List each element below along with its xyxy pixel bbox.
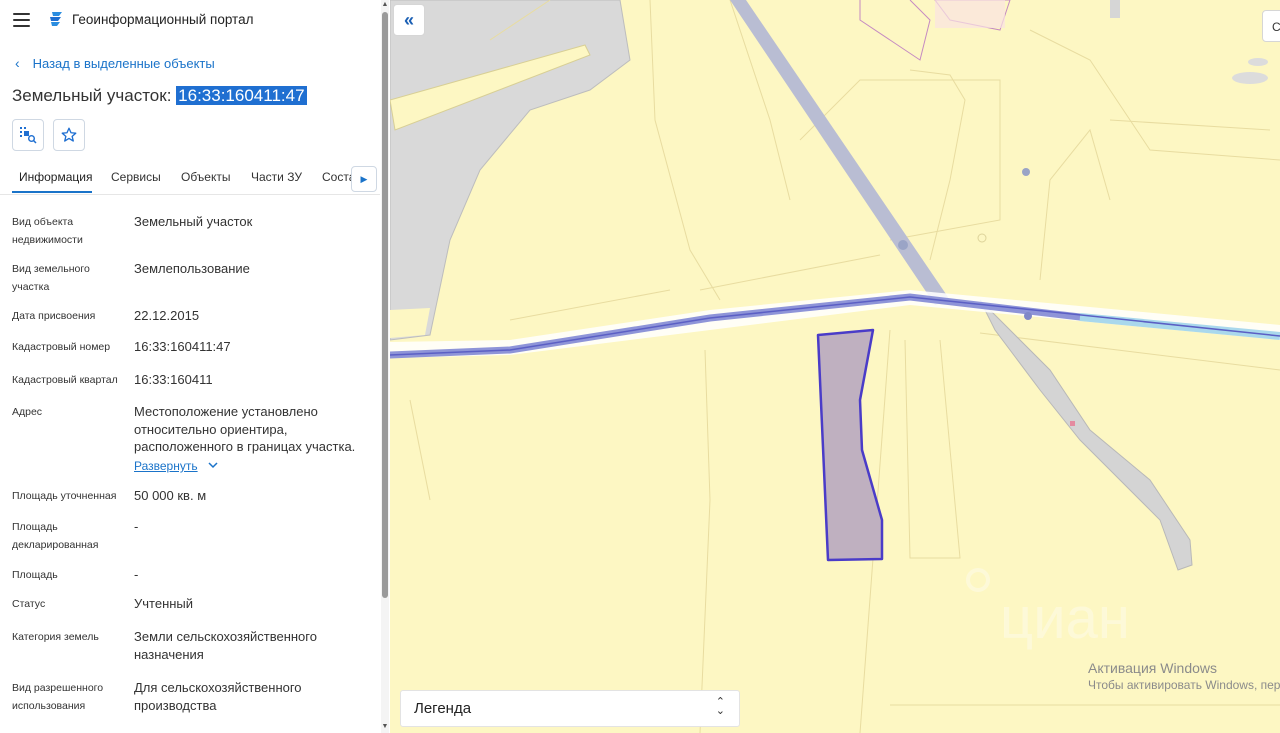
sidebar-header: Геоинформационный портал bbox=[0, 0, 380, 40]
detail-label: Дата присвоения bbox=[12, 310, 96, 322]
legend-select[interactable]: Легенда ⌃ ⌄ bbox=[400, 690, 740, 727]
detail-value: 16:33:160411 bbox=[134, 372, 213, 387]
detail-value: 50 000 кв. м bbox=[134, 488, 207, 503]
legend-label: Легенда bbox=[414, 700, 472, 717]
chevron-right-icon: ▶ bbox=[360, 173, 368, 184]
info-sidebar: Геоинформационный портал ‹ Назад в выдел… bbox=[0, 0, 390, 733]
page-title: Земельный участок: 16:33:160411:47 bbox=[12, 86, 307, 106]
star-icon bbox=[61, 127, 77, 142]
address-value: Местоположение установлено относительно … bbox=[134, 404, 356, 454]
watermark-text: циан bbox=[1000, 586, 1130, 651]
hamburger-icon[interactable] bbox=[13, 13, 30, 27]
tab-bar: Информация Сервисы Объекты Части ЗУ Сост… bbox=[0, 160, 380, 195]
windows-activation-notice: Активация Windows Чтобы активировать Win… bbox=[1088, 660, 1280, 692]
windows-activation-text: Чтобы активировать Windows, пере bbox=[1088, 678, 1280, 692]
active-tab-indicator bbox=[12, 191, 92, 193]
expand-label: Развернуть bbox=[134, 459, 198, 473]
detail-value: 22.12.2015 bbox=[134, 308, 200, 323]
detail-value: Земельный участок bbox=[134, 214, 253, 229]
back-link-label: Назад в выделенные объекты bbox=[32, 56, 215, 71]
detail-value: 16:33:160411:47 bbox=[134, 339, 231, 354]
tab-services[interactable]: Сервисы bbox=[111, 170, 161, 184]
detail-value: Земли сельскохозяйственного назначения bbox=[134, 629, 317, 662]
double-chevron-left-icon: « bbox=[403, 9, 414, 30]
scroll-down-icon[interactable]: ▼ bbox=[381, 722, 389, 732]
portal-logo-icon bbox=[50, 12, 62, 26]
map-canvas[interactable]: циан bbox=[390, 0, 1280, 733]
map-layer: циан bbox=[390, 0, 1280, 733]
expand-address-link[interactable]: Развернуть bbox=[134, 459, 219, 473]
scrollbar-thumb[interactable] bbox=[382, 12, 388, 598]
detail-value: - bbox=[134, 519, 139, 534]
detail-label: Вид разрешенного использования bbox=[12, 682, 104, 712]
detail-label: Площадь уточненная bbox=[12, 490, 117, 502]
windows-activation-title: Активация Windows bbox=[1088, 660, 1218, 676]
detail-value: Землепользование bbox=[134, 261, 250, 276]
chevron-down-icon bbox=[208, 462, 218, 469]
tab-info[interactable]: Информация bbox=[19, 170, 92, 184]
detail-label: Кадастровый номер bbox=[12, 341, 111, 353]
back-to-selected-link[interactable]: ‹ Назад в выделенные объекты bbox=[15, 55, 215, 71]
scroll-up-icon[interactable]: ▲ bbox=[381, 0, 389, 10]
cadastral-number-title[interactable]: 16:33:160411:47 bbox=[176, 86, 307, 105]
detail-label: Вид объекта недвижимости bbox=[12, 216, 83, 246]
tabs-scroll-right-button[interactable]: ▶ bbox=[351, 166, 377, 192]
tab-objects[interactable]: Объекты bbox=[181, 170, 231, 184]
locate-on-map-button[interactable] bbox=[12, 119, 44, 151]
tab-parcel-parts[interactable]: Части ЗУ bbox=[251, 170, 302, 184]
detail-value: - bbox=[134, 567, 139, 582]
map-control-button[interactable]: С bbox=[1262, 10, 1280, 42]
detail-value: Для сельскохозяйственного производства bbox=[134, 680, 302, 713]
updown-chevron-icon: ⌃ ⌄ bbox=[715, 696, 725, 717]
detail-label: Адрес bbox=[12, 406, 43, 418]
app-title: Геоинформационный портал bbox=[72, 12, 254, 27]
detail-label: Кадастровый квартал bbox=[12, 374, 118, 386]
chevron-left-icon: ‹ bbox=[15, 55, 20, 71]
object-type-label: Земельный участок: bbox=[12, 86, 172, 105]
detail-label: Площадь декларированная bbox=[12, 521, 99, 551]
favorite-button[interactable] bbox=[53, 119, 85, 151]
detail-label: Статус bbox=[12, 598, 46, 610]
sidebar-scrollbar[interactable]: ▲ ▼ bbox=[381, 0, 389, 733]
detail-label: Площадь bbox=[12, 569, 58, 581]
locate-on-map-icon bbox=[20, 127, 37, 144]
status-value: Учтенный bbox=[134, 596, 194, 611]
detail-label: Категория земель bbox=[12, 631, 99, 643]
collapse-panel-button[interactable]: « bbox=[393, 4, 425, 36]
detail-label: Вид земельного участка bbox=[12, 263, 90, 293]
